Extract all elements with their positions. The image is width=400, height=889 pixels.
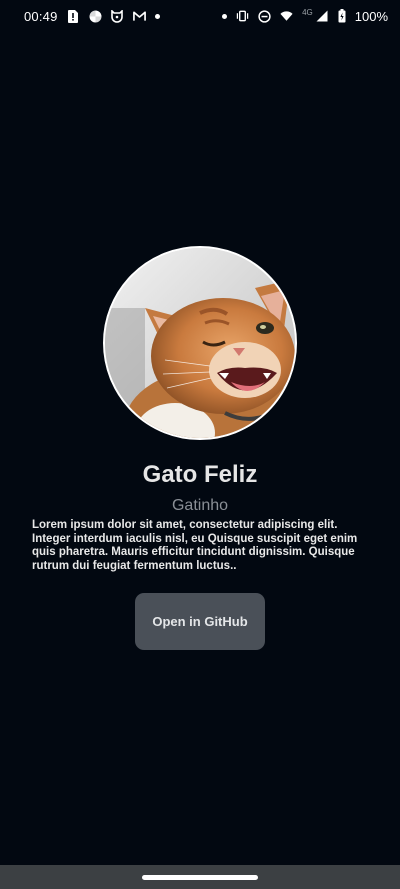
sim-card-alert-icon — [67, 9, 80, 23]
cell-signal-icon — [316, 10, 329, 23]
pinwheel-app-icon — [89, 10, 102, 23]
status-bar: 00:49 4G 100% — [0, 0, 400, 32]
status-bar-left: 00:49 — [24, 9, 160, 24]
vibrate-icon — [236, 10, 249, 23]
shield-app-icon — [111, 9, 124, 23]
do-not-disturb-icon — [258, 9, 271, 23]
gmail-icon — [132, 10, 146, 23]
home-gesture-handle[interactable] — [142, 875, 258, 880]
wifi-icon — [280, 10, 293, 23]
status-bar-right: 4G 100% — [222, 7, 388, 24]
profile-bio: Lorem ipsum dolor sit amet, consectetur … — [32, 519, 358, 572]
avatar — [103, 246, 297, 440]
status-time: 00:49 — [24, 8, 58, 24]
profile-subtitle: Gatinho — [171, 497, 229, 514]
navigation-bar — [0, 865, 400, 889]
profile-name: Gato Feliz — [142, 461, 258, 488]
battery-charging-icon — [338, 9, 346, 23]
dot-icon — [222, 13, 228, 19]
cat-photo — [105, 248, 295, 438]
dot-notification-icon — [154, 13, 160, 19]
open-in-github-button[interactable]: Open in GitHub — [135, 593, 265, 650]
app-screen: 00:49 4G 100% Gato Feliz Gatinho Lorem i… — [0, 0, 400, 889]
network-type-label: 4G — [302, 7, 313, 17]
battery-percent: 100% — [354, 8, 388, 24]
